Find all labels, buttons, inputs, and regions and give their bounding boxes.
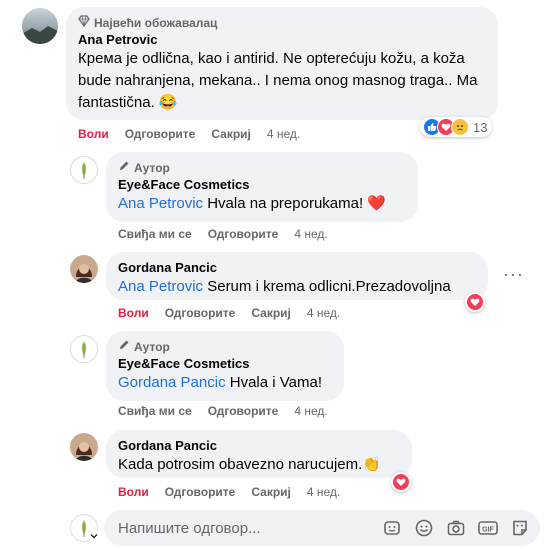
- reactions-summary[interactable]: [391, 472, 411, 492]
- comment-message: Serum i krema odlicni.Prezadovoljna: [207, 278, 451, 295]
- reply-button[interactable]: Одговорите: [165, 485, 236, 499]
- comment-message: Hvala na preporukama! ❤️: [207, 195, 386, 212]
- comment-author[interactable]: Eye&Face Cosmetics: [118, 356, 332, 372]
- comment-bubble: Највећи обожавалац Ana Petrovic Крема је…: [66, 7, 498, 120]
- badge-label: Највећи обожавалац: [94, 15, 218, 30]
- reply-button[interactable]: Одговорите: [208, 404, 279, 418]
- timestamp[interactable]: 4 нед.: [307, 485, 340, 499]
- comment-text: Ana Petrovic Hvala na preporukama! ❤️: [118, 193, 406, 215]
- hide-button[interactable]: Сакриј: [251, 485, 291, 499]
- timestamp[interactable]: 4 нед.: [267, 127, 300, 141]
- love-reaction-icon: [466, 293, 484, 311]
- like-button[interactable]: Свиђа ми се: [118, 227, 192, 241]
- comment-text: Kada potrosim obavezno narucujem.👏: [118, 456, 381, 473]
- camera-icon[interactable]: [446, 518, 466, 538]
- comment-author[interactable]: Ana Petrovic: [78, 32, 486, 48]
- avatar-gordana-pancic[interactable]: [70, 433, 98, 461]
- sticker-face-icon[interactable]: [510, 518, 530, 538]
- comment-text: Gordana Pancic Hvala i Vama!: [118, 372, 332, 394]
- reply-button[interactable]: Одговорите: [125, 127, 196, 141]
- comment-actions: Воли Одговорите Сакриј 4 нед.: [78, 127, 316, 141]
- badge-label: Аутор: [134, 160, 170, 175]
- chevron-down-icon[interactable]: [88, 530, 100, 542]
- svg-text:GIF: GIF: [482, 526, 494, 533]
- avatar-eye-face-cosmetics[interactable]: [70, 335, 98, 363]
- top-fan-badge: Највећи обожавалац: [78, 15, 486, 30]
- comment-bubble: Аутор Eye&Face Cosmetics Ana Petrovic Hv…: [106, 152, 418, 222]
- gif-icon[interactable]: GIF: [478, 518, 498, 538]
- diamond-icon: [78, 15, 90, 30]
- author-badge: Аутор: [118, 339, 332, 354]
- reactions-summary[interactable]: 13: [420, 117, 493, 137]
- comment-author[interactable]: Gordana Pancic: [118, 438, 400, 454]
- timestamp[interactable]: 4 нед.: [294, 227, 327, 241]
- love-reaction-icon: [392, 473, 410, 491]
- comment-bubble: Аутор Eye&Face Cosmetics Gordana Pancic …: [106, 331, 344, 401]
- comment-actions: Воли Одговорите Сакриј 4 нед.: [118, 485, 356, 499]
- sticker-icon[interactable]: [382, 518, 402, 538]
- badge-label: Аутор: [134, 339, 170, 354]
- pencil-icon: [118, 339, 130, 354]
- avatar-ana-petrovic[interactable]: [22, 8, 58, 44]
- author-badge: Аутор: [118, 160, 406, 175]
- avatar-eye-face-cosmetics[interactable]: [70, 156, 98, 184]
- comment-bubble: Gordana Pancic Ana Petrovic Serum i krem…: [106, 252, 488, 300]
- comment-bubble: Gordana Pancic Kada potrosim obavezno na…: [106, 430, 412, 478]
- avatar-gordana-pancic[interactable]: [70, 255, 98, 283]
- reactions-count: 13: [473, 119, 488, 135]
- reply-placeholder: Напишите одговор...: [118, 519, 261, 537]
- comment-actions: Свиђа ми се Одговорите 4 нед.: [118, 227, 344, 241]
- reply-button[interactable]: Одговорите: [165, 306, 236, 320]
- like-button[interactable]: Воли: [118, 485, 149, 499]
- reply-button[interactable]: Одговорите: [208, 227, 279, 241]
- pencil-icon: [118, 160, 130, 175]
- hide-button[interactable]: Сакриј: [251, 306, 291, 320]
- timestamp[interactable]: 4 нед.: [294, 404, 327, 418]
- like-button[interactable]: Свиђа ми се: [118, 404, 192, 418]
- comment-actions: Воли Одговорите Сакриј 4 нед.: [118, 306, 356, 320]
- reply-input[interactable]: Напишите одговор... GIF: [104, 510, 540, 546]
- hide-button[interactable]: Сакриј: [211, 127, 251, 141]
- composer-tools: GIF: [382, 518, 530, 538]
- comment-text: Крема је odlična, kao i antirid. Ne opte…: [78, 50, 478, 111]
- like-button[interactable]: Воли: [78, 127, 109, 141]
- comment-text: Ana Petrovic Serum i krema odlicni.Preza…: [118, 276, 476, 298]
- comment-author[interactable]: Gordana Pancic: [118, 260, 476, 276]
- timestamp[interactable]: 4 нед.: [307, 306, 340, 320]
- sad-reaction-icon: [451, 118, 469, 136]
- mention-link[interactable]: Ana Petrovic: [118, 195, 203, 212]
- more-options-icon[interactable]: ···: [503, 264, 524, 285]
- emoji-icon[interactable]: [414, 518, 434, 538]
- mention-link[interactable]: Gordana Pancic: [118, 374, 226, 391]
- like-button[interactable]: Воли: [118, 306, 149, 320]
- reactions-summary[interactable]: [465, 292, 485, 312]
- mention-link[interactable]: Ana Petrovic: [118, 278, 203, 295]
- comment-message: Hvala i Vama!: [229, 374, 323, 391]
- comment-actions: Свиђа ми се Одговорите 4 нед.: [118, 404, 344, 418]
- comment-author[interactable]: Eye&Face Cosmetics: [118, 177, 406, 193]
